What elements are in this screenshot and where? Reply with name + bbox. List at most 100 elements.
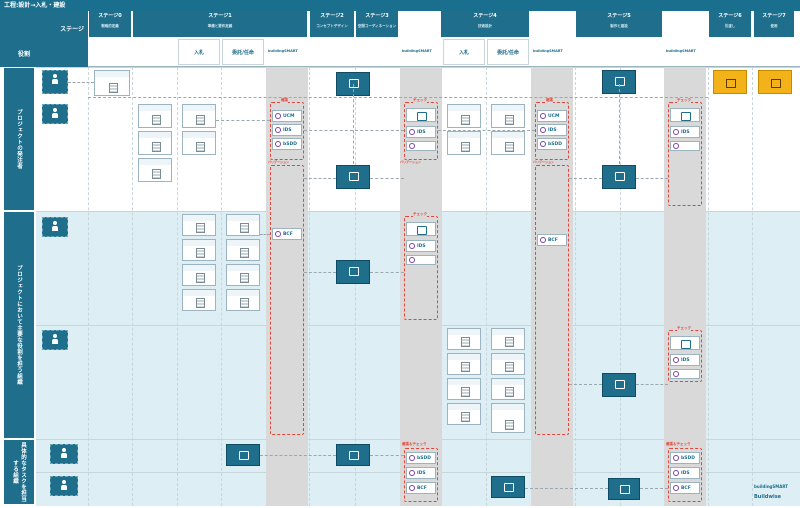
buildingsmart-logo: buildingSMART [754, 484, 788, 489]
badge-ucm-1[interactable]: UCM [272, 110, 302, 122]
actor-owner-2[interactable] [42, 104, 68, 124]
doc-bid-owner-2[interactable] [182, 131, 216, 155]
cloud-check-4[interactable] [670, 336, 700, 350]
actor-task-2[interactable] [50, 476, 78, 496]
row-owner-label: プロジェクトの発注者 [16, 109, 22, 169]
cloud-check-1[interactable] [406, 108, 436, 122]
badge-bcf-1[interactable]: BCF [272, 228, 302, 240]
doc-stage4-owner-4[interactable] [491, 131, 525, 155]
doc-stage4-comm-3[interactable] [491, 378, 525, 400]
connector [304, 272, 336, 273]
task-stage5-major[interactable] [602, 373, 636, 397]
doc-comm-major-1[interactable] [226, 214, 260, 236]
connector [260, 234, 270, 235]
stage-0-label: ステージ0 [98, 13, 122, 19]
badge-ids-7-label: IDS [681, 357, 690, 363]
subcol-bsmart-2: buildingSMART [402, 49, 432, 53]
validation-label-2: バリデーション [400, 160, 421, 164]
doc-bid-major-2[interactable] [182, 239, 216, 261]
badge-ucm-2[interactable]: UCM [537, 110, 567, 122]
grid-divider [88, 67, 89, 506]
buildwise-logo: Buildwise [754, 494, 782, 500]
badge-ids-8[interactable]: IDS [670, 467, 700, 479]
usage-box[interactable] [758, 70, 792, 94]
badge-ids-3[interactable]: IDS [406, 240, 436, 252]
badge-ucm-2-label: UCM [548, 113, 560, 119]
actor-owner-1[interactable] [42, 70, 68, 94]
task-stage1-taskorg[interactable] [226, 444, 260, 466]
doc-stage4-comm-2[interactable] [491, 353, 525, 375]
doc-strategic[interactable] [94, 70, 130, 96]
cloud-check-3[interactable] [670, 108, 700, 122]
doc-bid-major-4[interactable] [182, 289, 216, 311]
actor-task-1[interactable] [50, 444, 78, 464]
bsdd-icon [409, 143, 415, 149]
connector [370, 272, 404, 273]
validation-label-1: バリデーション [268, 160, 289, 164]
badge-bsdd-5-label: bSDD [548, 141, 562, 147]
badge-bsdd-6[interactable] [670, 141, 700, 151]
badge-bsdd-1[interactable]: bSDD [272, 138, 302, 150]
doc-stage4-owner-2[interactable] [447, 131, 481, 155]
badge-bsdd-5[interactable]: bSDD [537, 138, 567, 150]
subcol-bid-1: 入札 [178, 39, 220, 65]
stage-7-sub: 使用 [754, 22, 794, 31]
badge-bsdd-4[interactable]: bSDD [406, 452, 436, 464]
stage-1-sub: 準備と要件定義 [133, 22, 307, 31]
badge-bsdd-2[interactable] [406, 141, 436, 151]
badge-ids-8-label: IDS [681, 470, 690, 476]
doc-stage4-comm-4[interactable] [491, 403, 525, 433]
handover-box[interactable] [713, 70, 747, 94]
doc-comm-major-4[interactable] [226, 289, 260, 311]
actor-major-2[interactable] [42, 330, 68, 350]
task-stage2-owner-2[interactable] [336, 165, 370, 189]
task-stage2-major[interactable] [336, 260, 370, 284]
grid-divider [620, 67, 621, 506]
doc-comm-major-2[interactable] [226, 239, 260, 261]
badge-ids-2[interactable]: IDS [406, 126, 436, 138]
badge-bcf-3[interactable]: BCF [537, 234, 567, 246]
bcf-icon [275, 231, 281, 237]
confirm-label-2: 確認 [546, 98, 553, 103]
stage-2-header: ステージ2 コンセプトデザイン [310, 11, 354, 37]
badge-bcf-2[interactable]: BCF [406, 482, 436, 494]
connector [304, 178, 336, 179]
badge-ids-7[interactable]: IDS [670, 354, 700, 366]
doc-requirements-1[interactable] [138, 104, 172, 128]
doc-requirements-2[interactable] [138, 131, 172, 155]
subcol-bid-2: 入札 [443, 39, 485, 65]
badge-bsdd-3[interactable] [406, 255, 436, 265]
doc-bid-owner-1[interactable] [182, 104, 216, 128]
task-stage4-taskorg[interactable] [491, 476, 525, 498]
doc-stage4-comm-1[interactable] [491, 328, 525, 350]
connector [88, 97, 708, 98]
bsdd-icon [540, 141, 546, 147]
task-stage5-taskorg[interactable] [608, 478, 640, 500]
actor-major-1[interactable] [42, 217, 68, 237]
doc-bid-major-1[interactable] [182, 214, 216, 236]
stage-7-label: ステージ7 [762, 13, 786, 19]
doc-stage4-owner-1[interactable] [447, 104, 481, 128]
stage-4-label: ステージ4 [473, 13, 497, 19]
badge-ids-4[interactable]: IDS [406, 467, 436, 479]
role-row-label: 役割 [18, 51, 31, 58]
badge-ids-6[interactable]: IDS [670, 126, 700, 138]
doc-stage4-owner-3[interactable] [491, 104, 525, 128]
doc-requirements-3[interactable] [138, 158, 172, 182]
task-stage5-owner-2[interactable] [602, 165, 636, 189]
cloud-check-2[interactable] [406, 222, 436, 236]
doc-stage4-bid-1[interactable] [447, 328, 481, 350]
task-stage2-taskorg[interactable] [336, 444, 370, 466]
doc-stage4-bid-3[interactable] [447, 378, 481, 400]
badge-bcf-4[interactable]: BCF [670, 482, 700, 494]
badge-ids-1[interactable]: IDS [272, 124, 302, 136]
bsdd-icon [409, 455, 415, 461]
doc-stage4-bid-4[interactable] [447, 403, 481, 425]
doc-stage4-bid-2[interactable] [447, 353, 481, 375]
connector [68, 82, 94, 83]
badge-bsdd-8[interactable]: bSDD [670, 452, 700, 464]
badge-bsdd-7[interactable] [670, 369, 700, 379]
doc-bid-major-3[interactable] [182, 264, 216, 286]
doc-comm-major-3[interactable] [226, 264, 260, 286]
badge-ids-5[interactable]: IDS [537, 124, 567, 136]
